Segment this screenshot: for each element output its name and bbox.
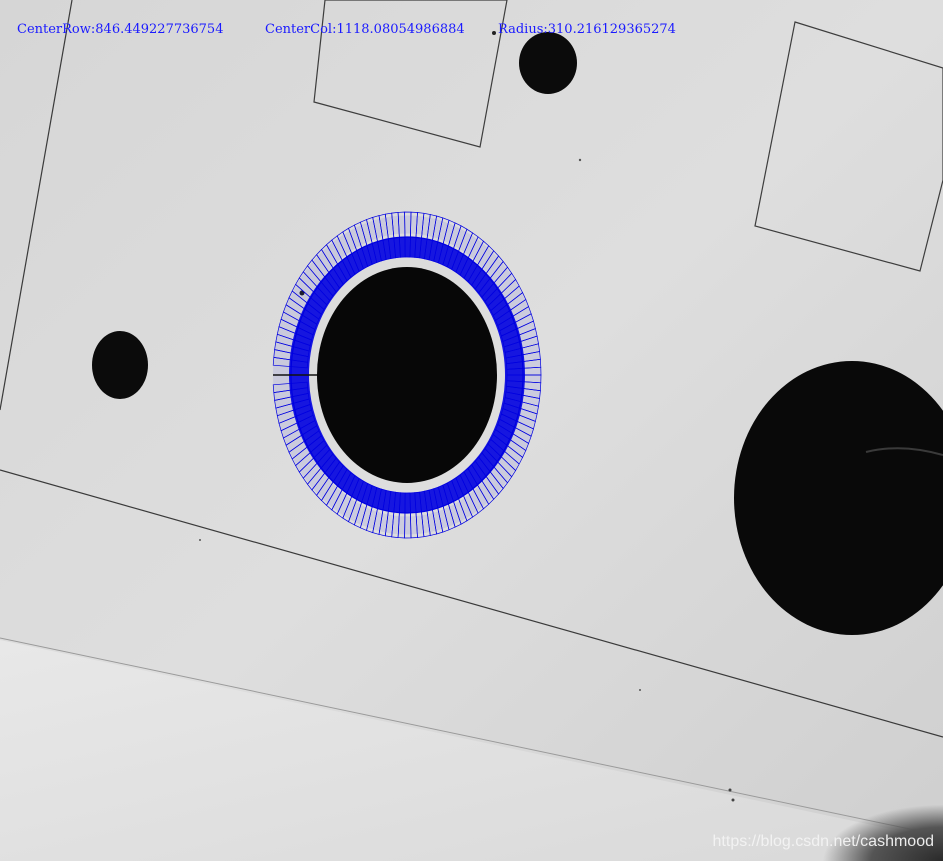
dust-speck bbox=[578, 158, 582, 162]
source-watermark: https://blog.csdn.net/cashmood bbox=[712, 833, 934, 850]
center-row-value: 846.449227736754 bbox=[95, 22, 224, 37]
radius-value: 310.216129365274 bbox=[547, 22, 676, 37]
center-col-readout: CenterCol:1118.08054986884 bbox=[265, 22, 465, 38]
radius-readout: Radius:310.216129365274 bbox=[498, 22, 676, 38]
dust-speck bbox=[492, 31, 496, 35]
dust-speck bbox=[199, 539, 201, 541]
center-col-label: CenterCol: bbox=[265, 22, 337, 37]
center-row-readout: CenterRow:846.449227736754 bbox=[17, 22, 223, 38]
small-hole-left bbox=[92, 331, 148, 399]
center-col-value: 1118.08054986884 bbox=[336, 22, 465, 37]
center-row-label: CenterRow: bbox=[17, 22, 96, 37]
dust-speck bbox=[639, 689, 641, 691]
radius-label: Radius: bbox=[498, 22, 548, 37]
measured-hole bbox=[317, 267, 497, 483]
image-viewer-canvas[interactable]: CenterRow:846.449227736754 CenterCol:111… bbox=[0, 0, 943, 861]
inspection-image bbox=[0, 0, 943, 861]
small-hole-top bbox=[519, 32, 577, 94]
